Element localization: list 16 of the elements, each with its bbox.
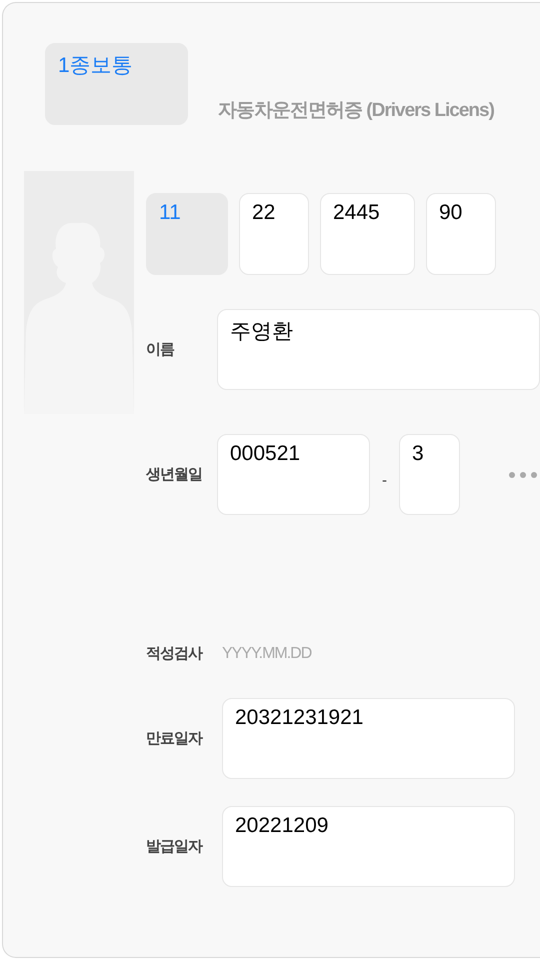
more-icon[interactable] (508, 470, 538, 478)
issue-date-field[interactable]: 20221209 (222, 806, 515, 887)
gender-digit-field[interactable]: 3 (399, 434, 460, 515)
expiry-date-field[interactable]: 20321231921 (222, 698, 515, 779)
field-label: 이름 (146, 340, 176, 359)
name-field[interactable]: 주영환 (217, 309, 540, 390)
card-title: 자동차운전면허증 (Drivers Licens) (218, 99, 494, 123)
field-label: 만료일자 (146, 729, 204, 748)
separator: - (382, 472, 387, 489)
license-number-field[interactable]: 2445 (320, 193, 415, 275)
field-label: 발급일자 (146, 837, 204, 856)
field-label: 생년월일 (146, 465, 203, 484)
birth-date-field[interactable]: 000521 (217, 434, 370, 515)
license-number-field[interactable]: 90 (426, 193, 496, 275)
field-label: 적성검사 (146, 644, 204, 663)
license-number-field[interactable]: 22 (239, 193, 309, 275)
